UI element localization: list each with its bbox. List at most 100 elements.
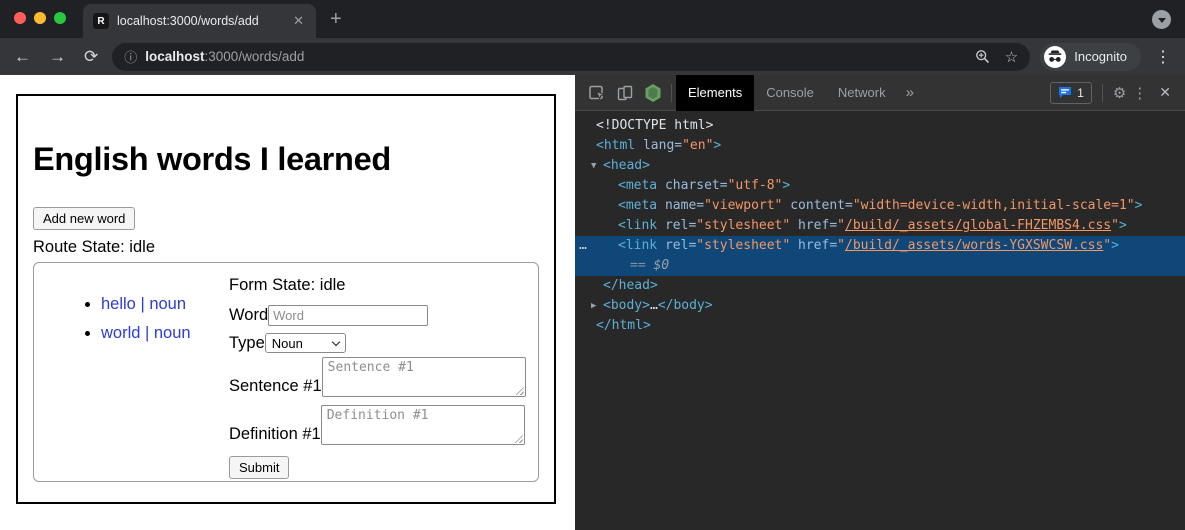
word-list-item: hello | noun: [101, 295, 229, 314]
word-input[interactable]: [268, 305, 428, 326]
incognito-badge: Incognito: [1040, 43, 1141, 71]
browser-toolbar: ← → ⟳ ⓘ localhost:3000/words/add ☆ Incog…: [0, 38, 1185, 75]
devtools-node[interactable]: …<link rel="stylesheet" href="/build/_as…: [575, 236, 1185, 256]
tab-elements[interactable]: Elements: [676, 75, 754, 111]
inspect-element-icon[interactable]: [583, 80, 611, 106]
code-segment: >: [782, 178, 790, 193]
code-segment: lang=: [643, 138, 682, 153]
window-minimize-button[interactable]: [34, 12, 46, 24]
words-panel: hello | nounworld | noun Form State: idl…: [33, 262, 539, 482]
window-content: English words I learned Add new word Rou…: [0, 75, 1185, 530]
web-page: English words I learned Add new word Rou…: [0, 75, 575, 530]
devtools-node[interactable]: </html>: [575, 316, 1185, 336]
window-controls: [14, 12, 66, 24]
words-column: hello | noun world | noun: [34, 263, 229, 481]
type-select-value: Noun: [272, 336, 303, 351]
devtools-close-icon[interactable]: ✕: [1153, 84, 1177, 101]
devtools-node[interactable]: <meta name="viewport" content="width=dev…: [575, 196, 1185, 216]
code-segment: ": [1103, 238, 1111, 253]
code-segment: >: [1135, 198, 1143, 213]
code-segment: /build/_assets/words-YGXSWCSW.css: [845, 238, 1103, 253]
browser-window: R localhost:3000/words/add ✕ + ← → ⟳ ⓘ l…: [0, 0, 1185, 530]
definition-label: Definition #1: [229, 425, 321, 445]
tab-strip: R localhost:3000/words/add ✕ +: [0, 0, 1185, 38]
devtools-node[interactable]: ▼<head>: [575, 156, 1185, 176]
code-segment: "stylesheet": [696, 218, 790, 233]
devtools-node[interactable]: <meta charset="utf-8">: [575, 176, 1185, 196]
route-state-text: Route State: idle: [33, 238, 539, 257]
select-chevron-icon: [332, 337, 340, 345]
code-segment: <meta: [618, 198, 665, 213]
twisty-expanded-icon[interactable]: ▼: [591, 156, 603, 176]
tab-title: localhost:3000/words/add: [117, 14, 283, 28]
tab-console[interactable]: Console: [754, 75, 826, 111]
code-segment: rel=: [665, 218, 696, 233]
browser-menu-icon[interactable]: ⋮: [1151, 47, 1175, 67]
twisty-collapsed-icon[interactable]: ▶: [591, 296, 603, 316]
bookmark-star-icon[interactable]: ☆: [1005, 48, 1018, 66]
devtools-node[interactable]: <!DOCTYPE html>: [575, 116, 1185, 136]
node-actions-icon[interactable]: …: [579, 236, 586, 256]
code-segment: rel=: [665, 238, 696, 253]
code-segment: "viewport": [704, 198, 782, 213]
word-link[interactable]: world | noun: [101, 324, 191, 342]
device-toolbar-icon[interactable]: [611, 80, 639, 106]
code-segment: <link: [618, 238, 665, 253]
incognito-label: Incognito: [1074, 49, 1127, 64]
nodejs-extension-icon[interactable]: [639, 80, 667, 106]
url-host: localhost: [145, 49, 204, 64]
code-segment: ": [837, 238, 845, 253]
browser-tab[interactable]: R localhost:3000/words/add ✕: [83, 4, 316, 38]
devtools-node[interactable]: <html lang="en">: [575, 136, 1185, 156]
incognito-icon: [1044, 46, 1066, 68]
code-segment: "stylesheet": [696, 238, 790, 253]
devtools-node[interactable]: <link rel="stylesheet" href="/build/_ass…: [575, 216, 1185, 236]
address-bar[interactable]: ⓘ localhost:3000/words/add ☆: [112, 43, 1030, 71]
word-list-item: world | noun: [101, 324, 229, 343]
issues-bubble-icon: [1058, 86, 1072, 99]
devtools-menu-icon[interactable]: ⋮: [1132, 84, 1147, 102]
tab-search-button[interactable]: [1152, 10, 1171, 29]
devtools-panel: Elements Console Network » 1 ⚙ ⋮ ✕ <!DOC…: [575, 75, 1185, 530]
code-segment: </head>: [603, 278, 658, 293]
issues-count: 1: [1077, 86, 1084, 100]
word-link[interactable]: hello | noun: [101, 295, 186, 313]
issues-counter[interactable]: 1: [1050, 82, 1092, 104]
code-segment: >: [713, 138, 721, 153]
code-segment: >: [1119, 218, 1127, 233]
tab-network[interactable]: Network: [826, 75, 898, 111]
reload-button[interactable]: ⟳: [80, 48, 102, 65]
tab-close-icon[interactable]: ✕: [291, 13, 306, 29]
forward-button[interactable]: →: [45, 48, 70, 65]
window-maximize-button[interactable]: [54, 12, 66, 24]
code-segment: ==: [630, 258, 653, 273]
code-segment: >: [1111, 238, 1119, 253]
more-tabs-icon[interactable]: »: [898, 84, 922, 101]
submit-button[interactable]: Submit: [229, 456, 289, 479]
sentence-label: Sentence #1: [229, 377, 322, 397]
window-close-button[interactable]: [14, 12, 26, 24]
code-segment: <html: [596, 138, 643, 153]
code-segment: /build/_assets/global-FHZEMBS4.css: [845, 218, 1111, 233]
code-segment: …: [650, 298, 658, 313]
code-segment: </html>: [596, 318, 651, 333]
definition-textarea[interactable]: [321, 405, 525, 445]
code-segment: href=: [790, 238, 837, 253]
devtools-node[interactable]: ▶<body>…</body>: [575, 296, 1185, 316]
code-segment: content=: [782, 198, 852, 213]
code-segment: $0: [653, 258, 669, 273]
devtools-settings-icon[interactable]: ⚙: [1113, 84, 1126, 102]
code-segment: "en": [682, 138, 713, 153]
back-button[interactable]: ←: [10, 48, 35, 65]
favicon-letter: R: [97, 16, 104, 27]
devtools-node[interactable]: </head>: [575, 276, 1185, 296]
type-select[interactable]: Noun: [265, 333, 346, 353]
type-label: Type: [229, 334, 265, 353]
site-info-icon[interactable]: ⓘ: [124, 47, 137, 66]
app-container: English words I learned Add new word Rou…: [16, 94, 556, 504]
devtools-node[interactable]: == $0: [575, 256, 1185, 276]
zoom-icon[interactable]: [969, 44, 997, 70]
new-tab-button[interactable]: +: [330, 8, 342, 31]
add-new-word-button[interactable]: Add new word: [33, 207, 135, 230]
sentence-textarea[interactable]: [322, 357, 526, 397]
